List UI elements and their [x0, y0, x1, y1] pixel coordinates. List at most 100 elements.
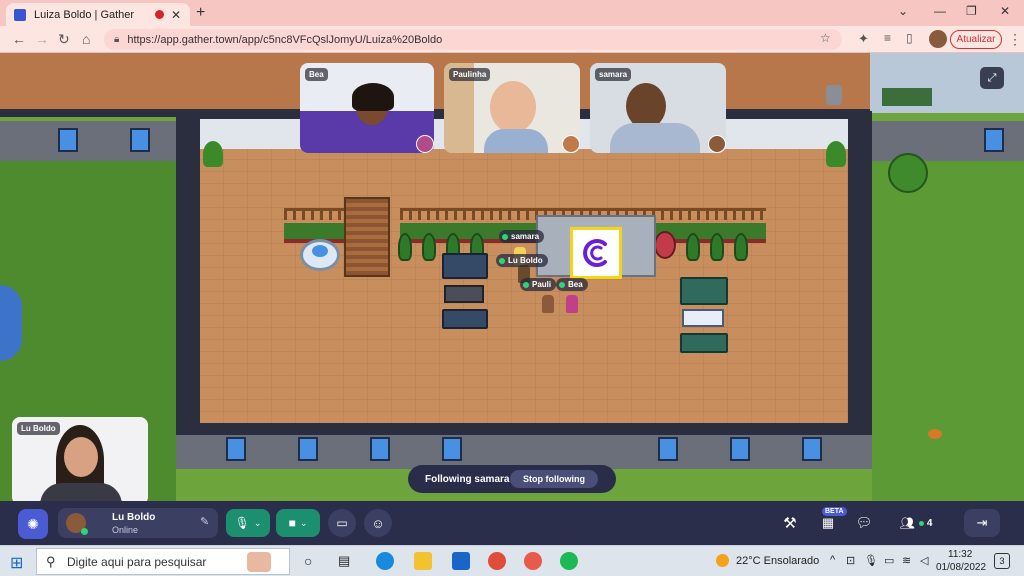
reading-list-icon[interactable]: ≡	[884, 31, 891, 45]
video-name-label: Bea	[305, 68, 328, 81]
display-icon[interactable]: ▭	[884, 554, 894, 567]
sidebar-icon[interactable]: ▯	[906, 31, 913, 45]
mini-avatar-icon	[708, 135, 726, 153]
camera-icon: ■	[288, 516, 296, 530]
weather-text[interactable]: 22°C Ensolarado	[736, 555, 819, 567]
chrome-icon[interactable]	[488, 552, 506, 570]
build-hammer-icon[interactable]: ⚒	[778, 511, 802, 535]
following-banner: Following samara Stop following	[408, 465, 616, 493]
recording-indicator-icon	[155, 10, 164, 19]
clock-time[interactable]: 11:32	[948, 549, 972, 560]
nametag: Bea	[556, 278, 588, 291]
taskbar-search[interactable]: ⚲ Digite aqui para pesquisar	[36, 548, 290, 575]
window	[58, 128, 78, 152]
screen-share-icon[interactable]: ▭	[328, 509, 356, 537]
maximize-icon[interactable]: ❐	[966, 4, 977, 18]
beta-badge: BETA	[822, 507, 847, 516]
url-text: https://app.gather.town/app/c5nc8VFcQslJ…	[127, 33, 443, 46]
avatar-bea[interactable]	[566, 295, 578, 313]
edge-icon[interactable]	[376, 552, 394, 570]
back-icon[interactable]: ←	[12, 31, 26, 47]
reload-icon[interactable]: ↻	[58, 31, 70, 48]
browser-tab[interactable]: Luiza Boldo | Gather ✕	[6, 3, 190, 26]
participants-button[interactable]: 👥︎ 4	[894, 511, 938, 535]
mini-avatar-icon	[562, 135, 580, 153]
following-text: Following samara	[425, 473, 510, 485]
search-icon: ⚲	[46, 554, 56, 569]
bush	[398, 233, 412, 261]
bush	[734, 233, 748, 261]
sun-weather-icon	[716, 554, 729, 567]
emoji-icon[interactable]: ☺	[364, 509, 392, 537]
search-highlight-icon	[247, 552, 271, 572]
window	[298, 437, 318, 461]
window	[730, 437, 750, 461]
windows-start-icon[interactable]: ⊞	[10, 553, 23, 573]
nametag: Lu Boldo	[496, 254, 548, 267]
window	[370, 437, 390, 461]
lock-icon: 🔒︎	[114, 34, 120, 45]
microphone-button[interactable]: 🎙︎ ⌄	[226, 509, 270, 537]
network-icon[interactable]: ⊡	[846, 554, 855, 567]
bush	[686, 233, 700, 261]
chevron-down-icon[interactable]: ⌄	[254, 518, 262, 529]
top-right-planter	[882, 88, 932, 106]
table	[444, 285, 484, 303]
browser-menu-icon[interactable]: ⋮	[1008, 31, 1022, 48]
mini-avatar-icon	[416, 135, 434, 153]
bush	[422, 233, 436, 261]
profile-avatar[interactable]	[929, 30, 947, 48]
close-window-icon[interactable]: ✕	[1000, 4, 1010, 18]
table	[682, 309, 724, 327]
chevron-down-icon[interactable]: ⌄	[300, 518, 308, 529]
task-view-icon[interactable]: ▤	[338, 553, 350, 569]
flower	[928, 429, 942, 439]
gather-menu-icon[interactable]: ✺	[18, 509, 48, 539]
bench	[442, 309, 488, 329]
update-button[interactable]: Atualizar	[950, 30, 1002, 49]
chevron-up-icon[interactable]: ^	[830, 554, 835, 566]
video-tile-paulinha[interactable]: Paulinha	[444, 63, 580, 153]
clock-date[interactable]: 01/08/2022	[936, 562, 986, 573]
extensions-icon[interactable]: ✦	[858, 31, 869, 47]
slack-icon[interactable]	[524, 552, 542, 570]
expand-icon[interactable]: ⤢	[980, 67, 1004, 89]
spotify-icon[interactable]	[560, 552, 578, 570]
tree	[888, 153, 928, 193]
minimize-icon[interactable]: —	[934, 4, 946, 18]
wifi-icon[interactable]: ≋	[902, 554, 911, 567]
online-dot-icon	[502, 233, 508, 240]
avatar-paulinha[interactable]	[542, 295, 554, 313]
volume-icon[interactable]: ◁	[920, 554, 928, 567]
address-bar[interactable]: 🔒︎ https://app.gather.town/app/c5nc8VFcQ…	[104, 29, 842, 50]
cortana-icon[interactable]: ○	[304, 553, 312, 569]
potted-plant	[203, 141, 223, 167]
file-explorer-icon[interactable]	[414, 552, 432, 570]
edit-pencil-icon[interactable]: ✎	[200, 515, 209, 528]
bench	[680, 333, 728, 353]
mail-icon[interactable]	[452, 552, 470, 570]
notification-badge[interactable]: 3	[994, 553, 1010, 569]
bottom-wall	[176, 431, 872, 469]
window	[984, 128, 1004, 152]
search-placeholder: Digite aqui para pesquisar	[67, 554, 207, 569]
self-video-tile[interactable]: Lu Boldo	[12, 417, 148, 505]
logo-board[interactable]	[570, 227, 622, 279]
leave-door-icon[interactable]: ⇥	[964, 509, 1000, 537]
bookmark-star-icon[interactable]: ☆	[820, 31, 831, 45]
camera-button[interactable]: ■ ⌄	[276, 509, 320, 537]
forward-icon[interactable]: →	[35, 31, 49, 47]
tab-search-chevron-icon[interactable]: ⌄	[898, 4, 908, 18]
participant-hair	[352, 83, 394, 111]
user-card[interactable]: Lu Boldo Online ✎	[58, 508, 218, 538]
home-icon[interactable]: ⌂	[82, 31, 90, 47]
close-tab-icon[interactable]: ✕	[171, 8, 181, 22]
video-tile-samara[interactable]: samara	[590, 63, 726, 153]
new-tab-icon[interactable]: +	[196, 4, 205, 22]
window	[442, 437, 462, 461]
mic-tray-icon[interactable]: 🎙︎	[864, 554, 878, 567]
video-tile-bea[interactable]: Bea	[300, 63, 434, 153]
online-dot-icon	[559, 281, 565, 288]
chat-icon[interactable]: 💬︎	[852, 511, 876, 535]
stop-following-button[interactable]: Stop following	[510, 470, 598, 488]
